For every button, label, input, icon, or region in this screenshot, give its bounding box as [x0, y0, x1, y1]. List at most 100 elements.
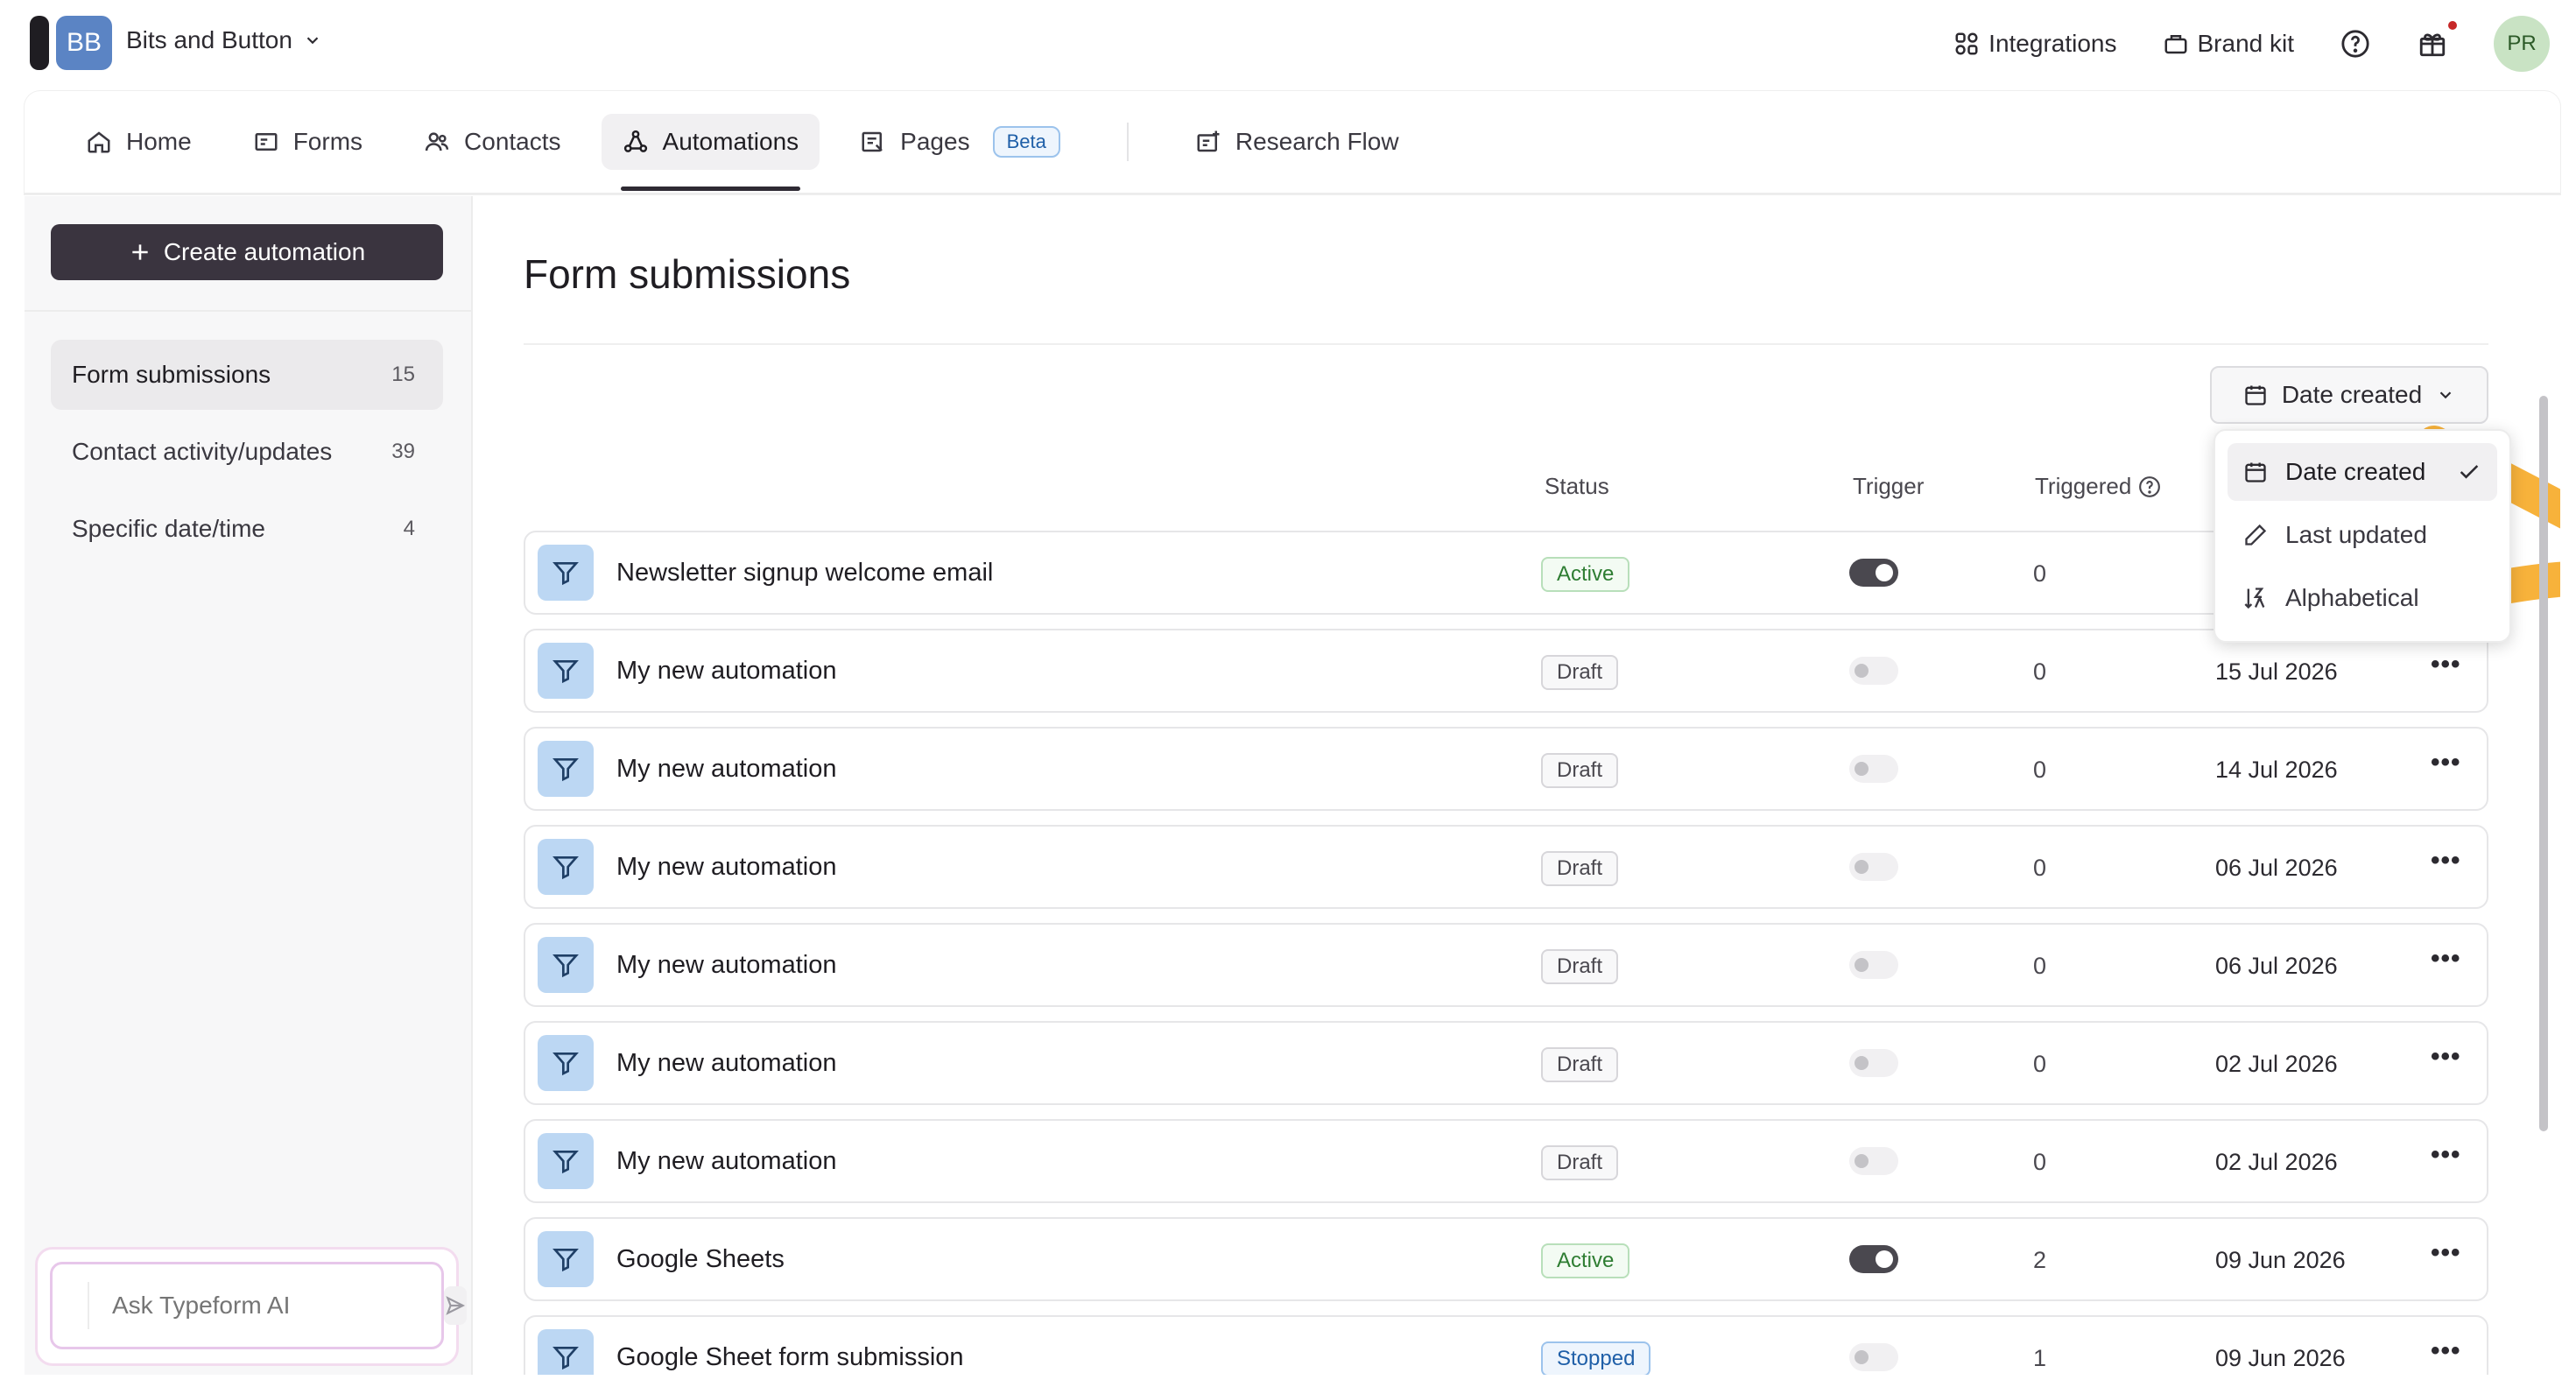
more-options-icon[interactable]: •••	[2431, 748, 2461, 778]
more-options-icon[interactable]: •••	[2431, 1336, 2461, 1366]
trigger-toggle[interactable]	[1849, 657, 1898, 685]
more-options-icon[interactable]: •••	[2431, 1042, 2461, 1072]
sidebar-item-form-submissions[interactable]: Form submissions 15	[51, 340, 443, 410]
more-options-icon[interactable]: •••	[2431, 944, 2461, 974]
more-options-icon[interactable]: •••	[2431, 1140, 2461, 1170]
whats-new-button[interactable]	[2417, 21, 2457, 60]
date-created: 06 Jul 2026	[2215, 953, 2338, 979]
brand-kit-label: Brand kit	[2197, 30, 2295, 57]
forms-icon	[255, 133, 278, 151]
sort-option-label: Last updated	[2285, 521, 2427, 548]
sidebar-handle[interactable]	[30, 16, 49, 70]
trigger-category-list: Form submissions 15 Contact activity/upd…	[51, 340, 443, 571]
automation-type-icon	[538, 1231, 594, 1287]
create-automation-button[interactable]: Create automation	[51, 224, 443, 280]
send-button[interactable]	[444, 1286, 467, 1325]
trigger-toggle[interactable]	[1849, 1343, 1898, 1371]
page-title: Form submissions	[524, 251, 851, 297]
triggered-count: 0	[2033, 1051, 2047, 1077]
sort-az-icon	[2244, 588, 2265, 609]
chevron-down-icon	[306, 37, 319, 45]
tab-label: Research Flow	[1235, 128, 1399, 155]
beta-badge: Beta	[992, 126, 1060, 158]
scrollbar[interactable]	[2539, 396, 2548, 1131]
automation-row[interactable]: My new automation Draft 0 14 Jul 2026 ••…	[524, 727, 2488, 811]
date-created: 02 Jul 2026	[2215, 1149, 2338, 1175]
create-automation-label: Create automation	[163, 238, 366, 265]
calendar-icon	[2245, 385, 2266, 405]
help-button[interactable]	[2340, 28, 2371, 60]
status-badge: Draft	[1541, 655, 1619, 690]
automation-type-icon	[538, 937, 594, 993]
automation-row[interactable]: My new automation Draft 0 15 Jul 2026 ••…	[524, 629, 2488, 713]
triggered-count: 0	[2033, 953, 2047, 979]
form-send-icon	[553, 1053, 579, 1076]
tab-label: Home	[126, 128, 192, 155]
integrations-link[interactable]: Integrations	[1953, 30, 2117, 58]
ask-ai-panel	[35, 1247, 467, 1366]
plus-icon	[132, 244, 148, 260]
automation-type-icon	[538, 839, 594, 895]
trigger-toggle[interactable]	[1849, 755, 1898, 783]
sidebar-item-label: Form submissions	[72, 361, 271, 388]
form-send-icon	[553, 1347, 579, 1370]
tab-pages[interactable]: Pages Beta	[839, 114, 1081, 170]
trigger-toggle[interactable]	[1849, 1049, 1898, 1077]
workspace-avatar[interactable]: BB	[56, 16, 112, 70]
ask-ai-input[interactable]	[88, 1282, 428, 1329]
form-send-icon	[553, 758, 579, 782]
automation-row[interactable]: My new automation Draft 0 06 Jul 2026 ••…	[524, 923, 2488, 1007]
status-badge: Draft	[1541, 1145, 1619, 1180]
status-badge: Active	[1541, 557, 1630, 592]
triggered-count: 0	[2033, 1149, 2047, 1175]
tab-automations[interactable]: Automations	[601, 114, 820, 191]
triggered-count: 0	[2033, 855, 2047, 881]
info-icon[interactable]	[2138, 475, 2161, 498]
automation-row[interactable]: My new automation Draft 0 02 Jul 2026 ••…	[524, 1119, 2488, 1203]
automation-row[interactable]: My new automation Draft 0 06 Jul 2026 ••…	[524, 825, 2488, 909]
triggered-count: 0	[2033, 658, 2047, 685]
automation-row[interactable]: Google Sheets Active 2 09 Jun 2026 •••	[524, 1217, 2488, 1301]
tab-home[interactable]: Home	[65, 114, 213, 170]
trigger-toggle[interactable]	[1849, 1245, 1898, 1273]
calendar-icon	[2245, 462, 2266, 482]
more-options-icon[interactable]: •••	[2431, 1238, 2461, 1268]
user-avatar[interactable]: PR	[2494, 16, 2550, 72]
brand-kit-link[interactable]: Brand kit	[2163, 30, 2295, 58]
form-send-icon	[553, 954, 579, 978]
trigger-toggle[interactable]	[1849, 1147, 1898, 1175]
tab-forms[interactable]: Forms	[232, 114, 384, 170]
automation-row[interactable]: Google Sheet form submission Stopped 1 0…	[524, 1315, 2488, 1375]
status-badge: Draft	[1541, 1047, 1619, 1082]
automation-name: My new automation	[616, 1147, 837, 1175]
column-header-label: Triggered	[2035, 473, 2132, 499]
tab-label: Automations	[662, 128, 799, 155]
more-options-icon[interactable]: •••	[2431, 846, 2461, 876]
automations-icon	[623, 130, 647, 152]
sort-option-date-created[interactable]: Date created	[2228, 443, 2497, 501]
pages-icon	[862, 131, 883, 152]
tab-research-flow[interactable]: Research Flow	[1174, 114, 1420, 170]
tab-contacts[interactable]: Contacts	[403, 114, 582, 170]
main-content: Form submissions Date created Status Tri…	[475, 196, 2560, 1375]
trigger-toggle[interactable]	[1849, 853, 1898, 881]
automation-type-icon	[538, 643, 594, 699]
automation-name: Newsletter signup welcome email	[616, 559, 994, 587]
form-send-icon	[553, 1151, 579, 1174]
workspace-switcher[interactable]: Bits and Button	[126, 26, 322, 54]
trigger-toggle[interactable]	[1849, 559, 1898, 587]
date-created: 15 Jul 2026	[2215, 658, 2338, 685]
sidebar-item-specific-date[interactable]: Specific date/time 4	[51, 494, 443, 564]
sort-option-alphabetical[interactable]: Alphabetical	[2228, 569, 2497, 627]
form-send-icon	[553, 562, 579, 586]
automation-name: My new automation	[616, 853, 837, 881]
status-badge: Draft	[1541, 753, 1619, 788]
form-send-icon	[553, 1249, 579, 1272]
sort-option-last-updated[interactable]: Last updated	[2228, 506, 2497, 564]
automation-row[interactable]: My new automation Draft 0 02 Jul 2026 ••…	[524, 1021, 2488, 1105]
automation-row[interactable]: Newsletter signup welcome email Active 0…	[524, 531, 2488, 615]
sidebar-item-contact-activity[interactable]: Contact activity/updates 39	[51, 417, 443, 487]
automation-list: Newsletter signup welcome email Active 0…	[524, 531, 2488, 1375]
trigger-toggle[interactable]	[1849, 951, 1898, 979]
more-options-icon[interactable]: •••	[2431, 650, 2461, 679]
